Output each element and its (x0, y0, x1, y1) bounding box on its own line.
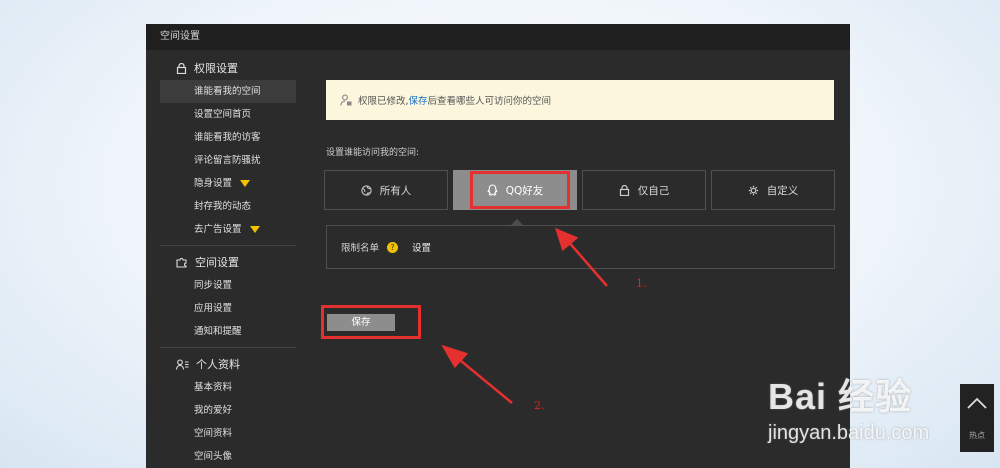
watermark-brand: Bai 经验 (768, 376, 913, 417)
annotation-step-1: 1. (636, 277, 647, 290)
baidu-watermark: Bai 经验 jingyan.baidu.com (768, 368, 929, 445)
annotation-step-2: 2. (534, 399, 545, 412)
arrow-line-2 (454, 355, 513, 404)
back-to-top-button[interactable]: 热点 (960, 384, 994, 452)
watermark-url: jingyan.baidu.com (768, 422, 930, 444)
hot-label: 热点 (969, 431, 985, 440)
arrow-line-1 (566, 239, 608, 287)
chevron-up-icon (967, 397, 987, 409)
